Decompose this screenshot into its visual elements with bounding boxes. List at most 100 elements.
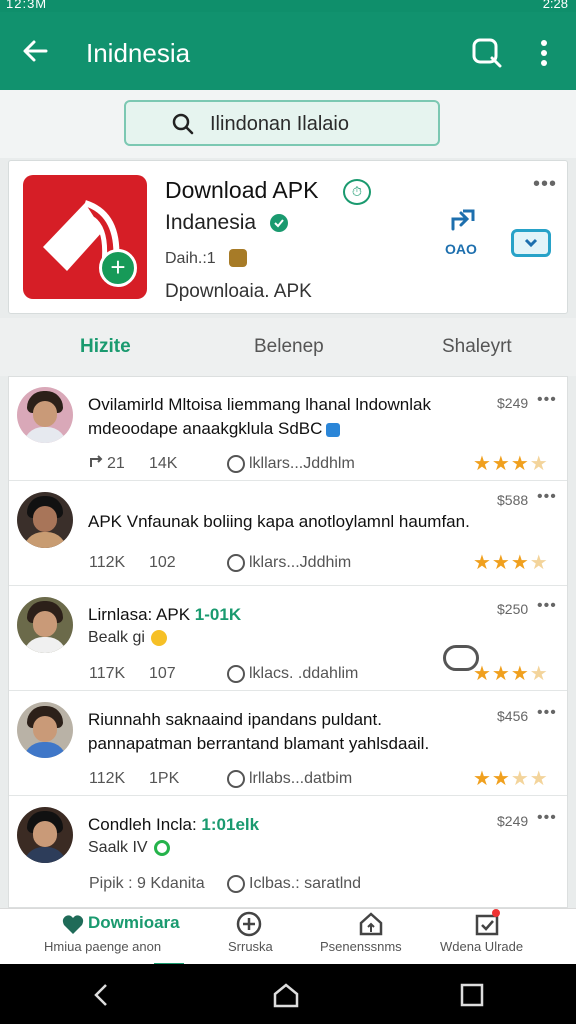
avatar[interactable] bbox=[17, 597, 73, 653]
search-area: Ilindonan Ilalaio bbox=[0, 90, 576, 158]
smile-icon bbox=[150, 629, 167, 646]
repost-count: 112K bbox=[89, 554, 126, 571]
price: $250 bbox=[497, 601, 529, 617]
status-time-right: 2:28 bbox=[542, 0, 568, 11]
like-count: 1PK bbox=[149, 770, 180, 787]
repost-count: 112K bbox=[89, 770, 126, 787]
list-item[interactable]: Lirnlasa: APK 1-01K Bealk gi $250 ••• 11… bbox=[9, 587, 567, 691]
system-recents-icon[interactable] bbox=[458, 982, 486, 1008]
comment-icon[interactable] bbox=[227, 455, 245, 473]
row-more-icon[interactable]: ••• bbox=[537, 704, 557, 722]
back-arrow-icon[interactable] bbox=[20, 36, 50, 66]
post-line1: Ovilamirld Mltoisa liemmang lhanal lndow… bbox=[88, 395, 431, 414]
download-type: Dpownloaia. APK bbox=[165, 281, 312, 302]
comment-text: lklacs. .ddahlim bbox=[249, 665, 359, 682]
comment-icon[interactable] bbox=[227, 665, 245, 683]
card-more-icon[interactable]: ••• bbox=[533, 173, 557, 196]
like-count: 107 bbox=[149, 665, 176, 682]
avatar[interactable] bbox=[17, 492, 73, 548]
nav-active-label: Dowmioara bbox=[88, 913, 180, 932]
repost-count: 21 bbox=[107, 455, 125, 472]
status-bar: 12:3M 2:28 bbox=[0, 0, 576, 12]
repost-count: 117K bbox=[89, 665, 126, 682]
page-title: Inidnesia bbox=[86, 38, 191, 68]
list-item[interactable]: Ovilamirld Mltoisa liemmang lhanal lndow… bbox=[9, 377, 567, 481]
app-card[interactable]: + Download APK ⏱ ••• Indanesia Daih.:1 D… bbox=[8, 160, 568, 314]
share-label[interactable]: OAO bbox=[445, 241, 477, 257]
search-text: Ilindonan Ilalaio bbox=[210, 113, 349, 135]
emoji-icon bbox=[229, 249, 247, 267]
price: $588 bbox=[497, 492, 529, 508]
plus-circle-icon bbox=[236, 911, 262, 937]
post-line1: Riunnahh saknaaind ipandans puldant. bbox=[88, 710, 382, 729]
tab-bar: Hizite Belenep Shaleyrt bbox=[0, 318, 576, 376]
star-rating: ★★★★ bbox=[473, 768, 549, 790]
play-icon bbox=[153, 839, 170, 856]
heart-shield-icon bbox=[62, 915, 84, 934]
list-item[interactable]: APK Vnfaunak boliing kapa anotloylamnl h… bbox=[9, 482, 567, 586]
comment-icon[interactable] bbox=[227, 554, 245, 572]
post-line1: Lirnlasa: APK 1-01K bbox=[88, 605, 242, 624]
search-input[interactable]: Ilindonan Ilalaio bbox=[124, 100, 440, 146]
nav-search[interactable]: Srruska bbox=[220, 909, 300, 965]
star-rating: ★★★★ bbox=[473, 453, 549, 475]
repost-icon[interactable] bbox=[89, 455, 105, 471]
row-more-icon[interactable]: ••• bbox=[537, 809, 557, 827]
magnifier-icon bbox=[172, 113, 194, 135]
install-plus-icon[interactable]: + bbox=[99, 249, 137, 287]
post-line2: mdeoodape anaakgklula SdBC bbox=[88, 419, 341, 439]
notification-dot bbox=[492, 909, 500, 917]
app-icon[interactable]: + bbox=[23, 175, 147, 299]
status-time-left: 12:3M bbox=[6, 0, 48, 11]
comment-text: lkllars...Jddhlm bbox=[249, 455, 355, 472]
like-count: 102 bbox=[149, 554, 176, 571]
price: $249 bbox=[497, 395, 529, 411]
chevron-down-icon bbox=[524, 238, 538, 248]
tab-shaleyrt[interactable]: Shaleyrt bbox=[442, 336, 512, 358]
comment-text: Iclbas.: saratlnd bbox=[249, 875, 362, 892]
nav-permissions[interactable]: Psenenssnms bbox=[318, 909, 428, 965]
nav-label: Hmiua paenge anon bbox=[44, 939, 162, 954]
nav-updates[interactable]: Wdena Ulrade bbox=[438, 909, 558, 965]
nav-label: Wdena Ulrade bbox=[440, 939, 524, 954]
system-nav-bar bbox=[0, 964, 576, 1024]
timer-icon: ⏱ bbox=[343, 179, 371, 205]
post-line2: Bealk gi bbox=[88, 629, 167, 647]
avatar[interactable] bbox=[17, 807, 73, 863]
tab-hizite[interactable]: Hizite bbox=[80, 336, 131, 358]
nav-downloads[interactable]: Dowmioara Hmiua paenge anon bbox=[0, 909, 190, 966]
post-line1: APK Vnfaunak boliing kapa anotloylamnl h… bbox=[88, 512, 470, 531]
nav-label: Srruska bbox=[228, 939, 273, 954]
app-title: Download APK bbox=[165, 177, 319, 203]
comment-icon[interactable] bbox=[227, 875, 245, 893]
comment-text: lrllabs...datbim bbox=[249, 770, 353, 787]
list-item[interactable]: Riunnahh saknaaind ipandans puldant. pan… bbox=[9, 692, 567, 796]
avatar[interactable] bbox=[17, 387, 73, 443]
avatar[interactable] bbox=[17, 702, 73, 758]
post-list: Ovilamirld Mltoisa liemmang lhanal lndow… bbox=[8, 376, 568, 908]
verified-icon bbox=[326, 422, 341, 437]
star-rating: ★★★★ bbox=[473, 552, 549, 574]
search-icon[interactable] bbox=[470, 36, 504, 68]
comment-icon[interactable] bbox=[227, 770, 245, 788]
list-item[interactable]: Condleh Incla: 1:01elk Saalk IV $249 •••… bbox=[9, 797, 567, 901]
row-more-icon[interactable]: ••• bbox=[537, 488, 557, 506]
price: $456 bbox=[497, 708, 529, 724]
post-line2: Saalk IV bbox=[88, 839, 170, 857]
home-upload-icon bbox=[359, 912, 383, 936]
meta-text: Pipik : 9 Kdanita bbox=[89, 875, 205, 892]
more-vert-icon[interactable] bbox=[536, 38, 552, 68]
system-back-icon[interactable] bbox=[88, 982, 116, 1008]
install-button[interactable] bbox=[511, 229, 551, 257]
price: $249 bbox=[497, 813, 529, 829]
row-more-icon[interactable]: ••• bbox=[537, 391, 557, 409]
verified-icon bbox=[270, 214, 288, 232]
row-more-icon[interactable]: ••• bbox=[537, 597, 557, 615]
post-line2: pannapatman berrantand blamant yahlsdaai… bbox=[88, 734, 430, 753]
daily-count: Daih.:1 bbox=[165, 250, 216, 267]
share-icon[interactable] bbox=[449, 207, 477, 233]
tab-belenep[interactable]: Belenep bbox=[254, 336, 324, 358]
system-home-icon[interactable] bbox=[272, 982, 300, 1008]
bottom-nav: Dowmioara Hmiua paenge anon Srruska Psen… bbox=[0, 908, 576, 966]
developer-name[interactable]: Indanesia bbox=[165, 211, 256, 235]
